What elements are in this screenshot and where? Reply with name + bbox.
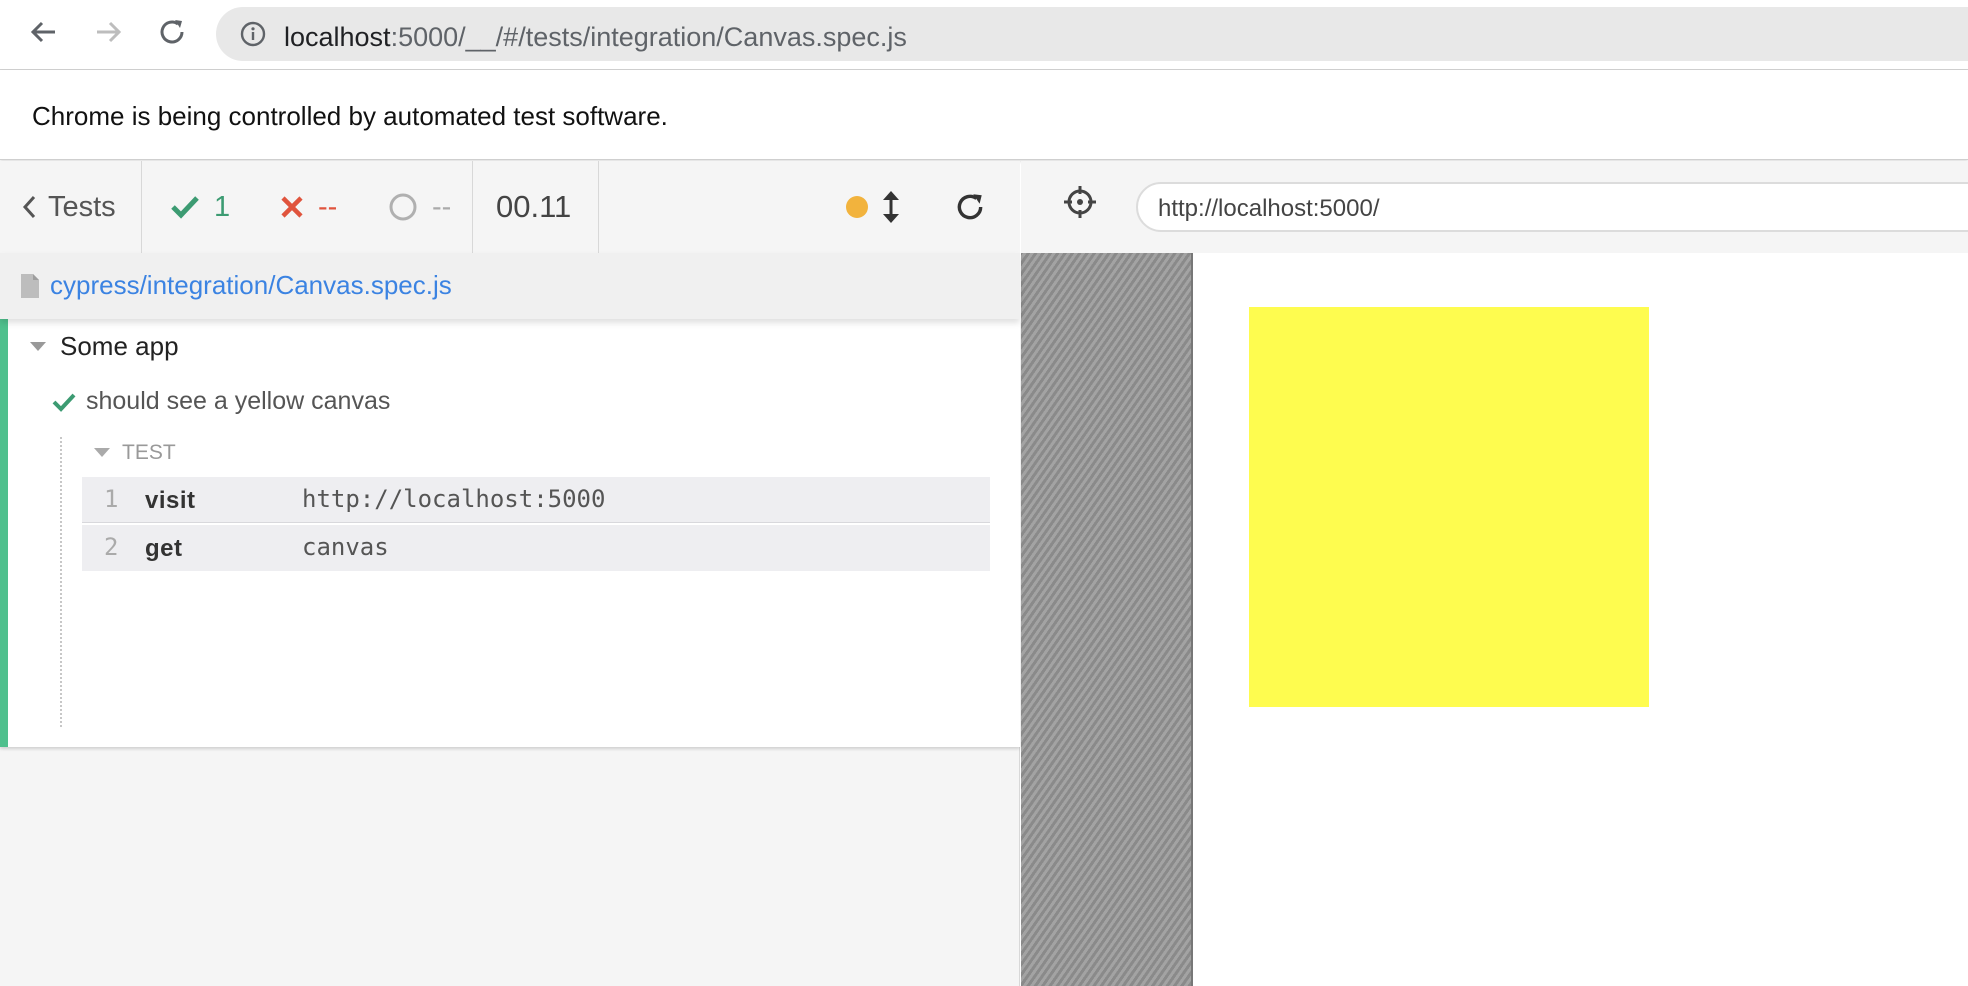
hook-rail xyxy=(60,437,62,727)
suite-title[interactable]: Some app xyxy=(30,331,179,362)
forward-button[interactable] xyxy=(90,14,126,50)
reload-icon xyxy=(160,20,184,44)
aut-url-bar[interactable]: http://localhost:5000/ xyxy=(1136,182,1968,232)
aut-url: http://localhost:5000/ xyxy=(1158,195,1380,222)
spec-path-link[interactable]: cypress/integration/Canvas.spec.js xyxy=(50,270,452,301)
test-title-label: should see a yellow canvas xyxy=(86,387,391,415)
pending-count-value: -- xyxy=(432,190,452,223)
browser-toolbar: localhost:5000/__/#/tests/integration/Ca… xyxy=(0,0,1968,70)
url-host: localhost xyxy=(284,22,391,52)
command-name: get xyxy=(145,535,183,562)
resize-vertical-icon[interactable] xyxy=(880,189,902,225)
failed-count: -- xyxy=(280,161,337,253)
x-icon xyxy=(281,196,303,218)
command-name: visit xyxy=(145,487,196,514)
aut-header: http://localhost:5000/ xyxy=(1021,161,1968,253)
suite-title-label: Some app xyxy=(60,331,179,361)
tests-label: Tests xyxy=(48,190,116,223)
crosshair-icon[interactable] xyxy=(1063,185,1097,219)
caret-down-icon xyxy=(30,341,46,351)
divider xyxy=(141,161,142,253)
automation-infobar: Chrome is being controlled by automated … xyxy=(0,70,1968,160)
suite-status-bar xyxy=(0,319,8,747)
file-icon xyxy=(21,274,39,298)
spec-header: cypress/integration/Canvas.spec.js xyxy=(0,253,1020,319)
caret-down-icon xyxy=(94,448,110,457)
command-row[interactable]: 2 get canvas xyxy=(82,525,990,571)
address-url[interactable]: localhost:5000/__/#/tests/integration/Ca… xyxy=(284,22,907,53)
divider xyxy=(598,161,599,253)
command-number: 2 xyxy=(104,533,119,561)
failed-count-value: -- xyxy=(318,190,338,223)
command-message: http://localhost:5000 xyxy=(302,485,606,513)
command-row[interactable]: 1 visit http://localhost:5000 xyxy=(82,477,990,523)
forward-arrow-icon xyxy=(97,21,122,43)
url-path: :5000/__/#/tests/integration/Canvas.spec… xyxy=(390,22,907,52)
reload-button[interactable] xyxy=(154,14,190,50)
test-title[interactable]: should see a yellow canvas xyxy=(52,387,390,416)
check-icon xyxy=(52,393,76,412)
chevron-left-icon xyxy=(22,195,36,219)
reporter-stats-bar: Tests 1 -- -- 00.11 xyxy=(0,161,1020,253)
running-status-dot xyxy=(846,196,868,218)
hook-title-label: TEST xyxy=(122,441,176,464)
back-arrow-icon xyxy=(30,21,55,43)
command-number: 1 xyxy=(104,485,119,513)
back-button[interactable] xyxy=(26,14,62,50)
check-icon xyxy=(171,196,199,219)
divider xyxy=(472,161,473,253)
tests-nav-button[interactable]: Tests xyxy=(22,161,116,253)
aut-viewport-background xyxy=(1021,253,1191,986)
yellow-canvas xyxy=(1249,307,1649,707)
pending-count: -- xyxy=(388,161,451,253)
automation-notice: Chrome is being controlled by automated … xyxy=(32,101,668,131)
runnables-panel: Some app should see a yellow canvas TEST… xyxy=(0,319,1020,747)
info-icon[interactable] xyxy=(240,21,266,47)
address-bar[interactable]: localhost:5000/__/#/tests/integration/Ca… xyxy=(216,7,1968,61)
cypress-reporter: Tests 1 -- -- 00.11 cypress/integration/… xyxy=(0,161,1020,986)
passed-count: 1 xyxy=(170,161,230,253)
hook-title[interactable]: TEST xyxy=(94,441,176,465)
passed-count-value: 1 xyxy=(214,190,231,223)
aut-iframe xyxy=(1191,253,1968,986)
spinner-icon xyxy=(389,193,417,221)
rerun-tests-icon[interactable] xyxy=(954,191,986,223)
duration: 00.11 xyxy=(496,189,572,224)
command-message: canvas xyxy=(302,533,389,561)
